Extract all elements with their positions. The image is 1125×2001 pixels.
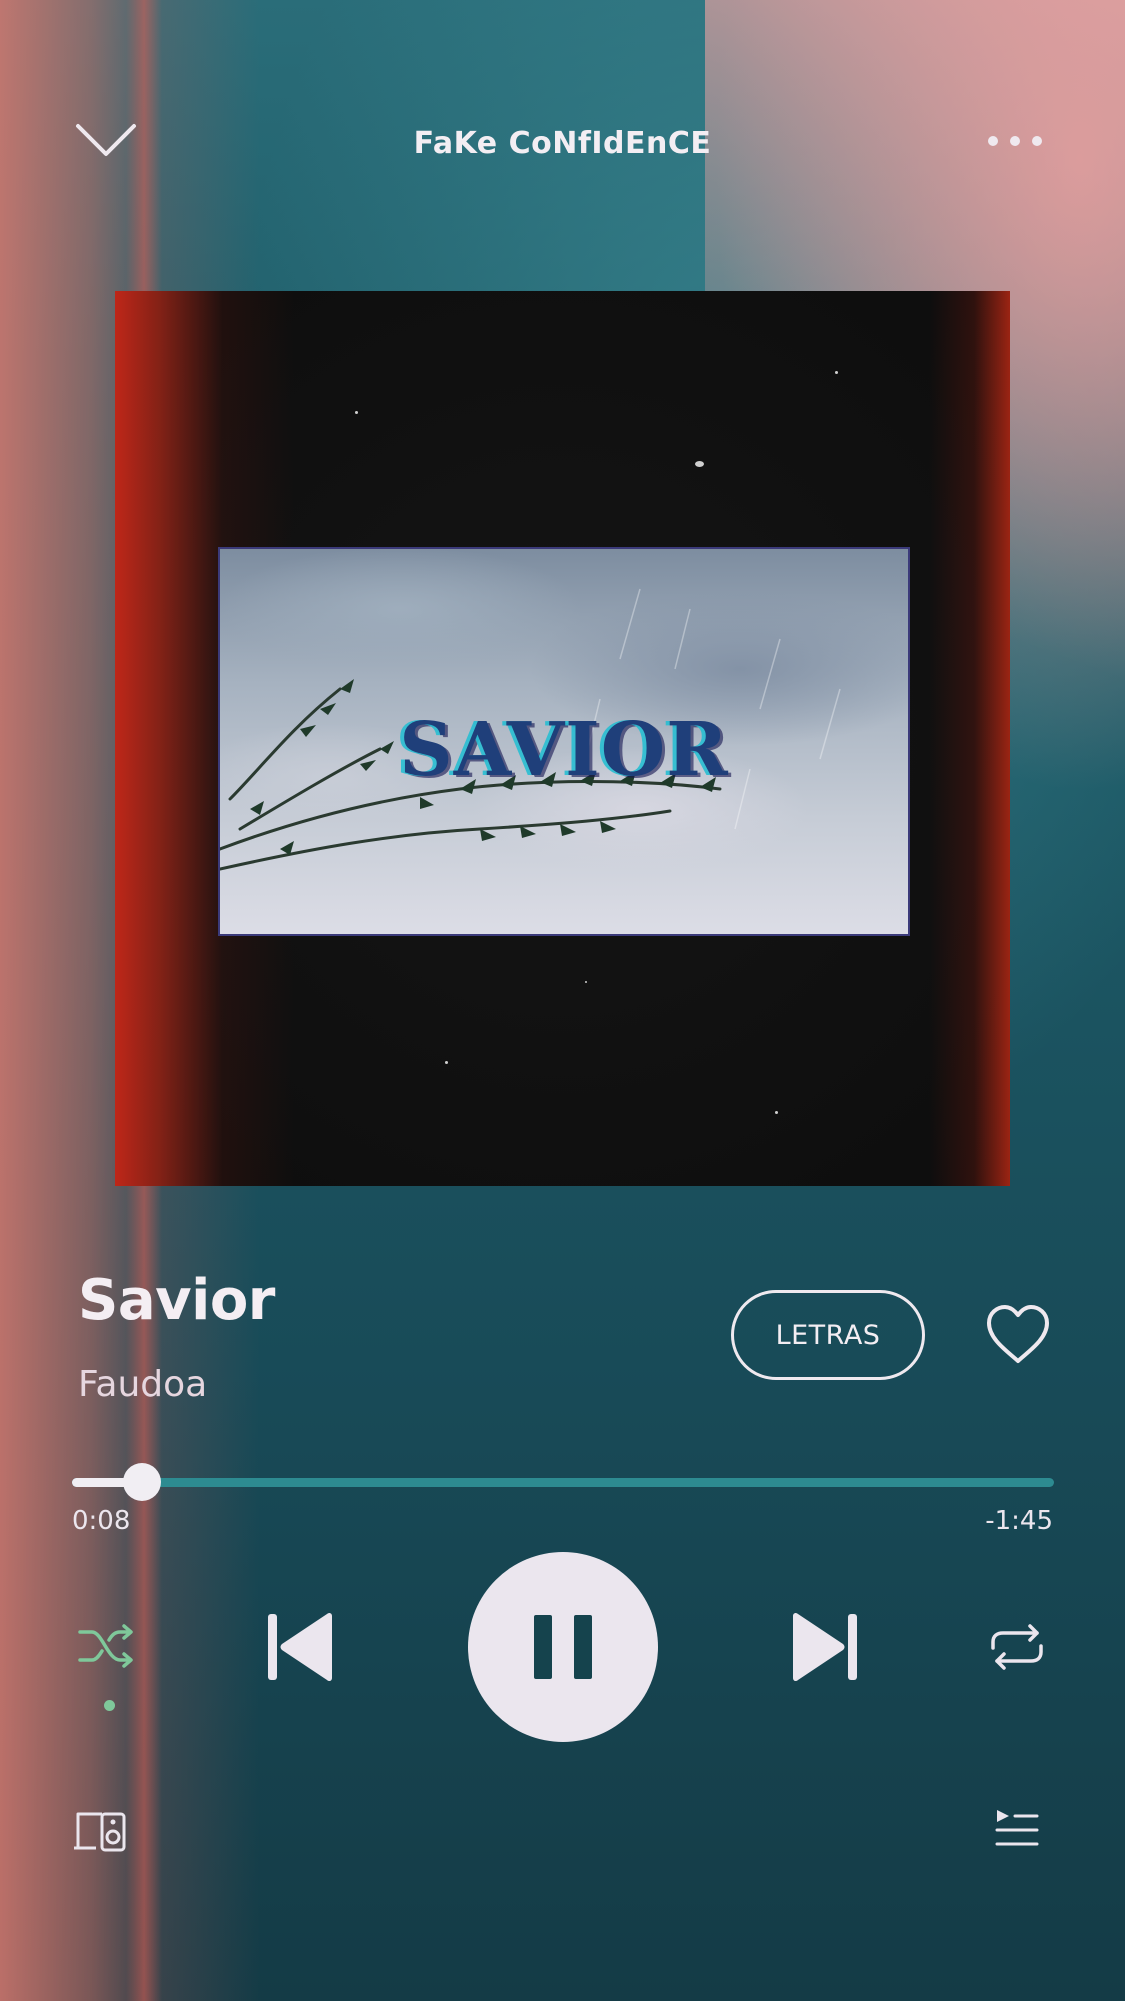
queue-button[interactable]: [995, 1808, 1039, 1852]
more-options-button[interactable]: [985, 126, 1045, 156]
skip-next-icon: [793, 1612, 857, 1682]
next-track-button[interactable]: [785, 1610, 863, 1684]
track-artist[interactable]: Faudoa: [78, 1364, 207, 1405]
progress-track: [72, 1478, 1054, 1487]
connect-devices-button[interactable]: [72, 1808, 128, 1854]
pause-icon: [534, 1615, 592, 1679]
shuffle-icon: [78, 1624, 133, 1668]
art-speck: [775, 1111, 778, 1114]
track-title[interactable]: Savior: [78, 1268, 275, 1333]
album-art: SAVIOR: [115, 291, 1010, 1186]
progress-scrubber-handle[interactable]: [122, 1463, 161, 1501]
chevron-down-icon: [76, 124, 136, 156]
art-speck: [445, 1061, 448, 1064]
art-speck: [585, 981, 587, 983]
like-button[interactable]: [983, 1303, 1053, 1367]
player-header: FaKe CoNfIdEnCE: [0, 96, 1125, 192]
time-elapsed: 0:08: [72, 1506, 131, 1536]
playlist-title: FaKe CoNfIdEnCE: [413, 126, 712, 161]
repeat-icon: [991, 1624, 1043, 1670]
album-art-text: SAVIOR: [399, 707, 729, 793]
art-speck: [695, 461, 704, 467]
play-pause-button[interactable]: [468, 1552, 658, 1742]
time-remaining: -1:45: [985, 1506, 1053, 1536]
album-art-scene: SAVIOR: [218, 547, 910, 936]
heart-icon: [987, 1305, 1049, 1363]
shuffle-button[interactable]: [78, 1622, 136, 1670]
art-speck: [835, 371, 838, 374]
devices-icon: [74, 1812, 126, 1852]
collapse-button[interactable]: [74, 118, 138, 162]
shuffle-active-indicator: [104, 1700, 115, 1711]
repeat-button[interactable]: [987, 1622, 1047, 1672]
queue-icon: [995, 1810, 1039, 1846]
skip-previous-icon: [268, 1612, 332, 1682]
more-horizontal-icon: [988, 136, 1042, 146]
art-speck: [355, 411, 358, 414]
now-playing-screen: FaKe CoNfIdEnCE SAVIOR Savior Faudoa LET…: [0, 0, 1125, 2001]
previous-track-button[interactable]: [262, 1610, 340, 1684]
playback-progress-bar[interactable]: [72, 1463, 1054, 1501]
lyrics-button[interactable]: LETRAS: [731, 1290, 925, 1380]
